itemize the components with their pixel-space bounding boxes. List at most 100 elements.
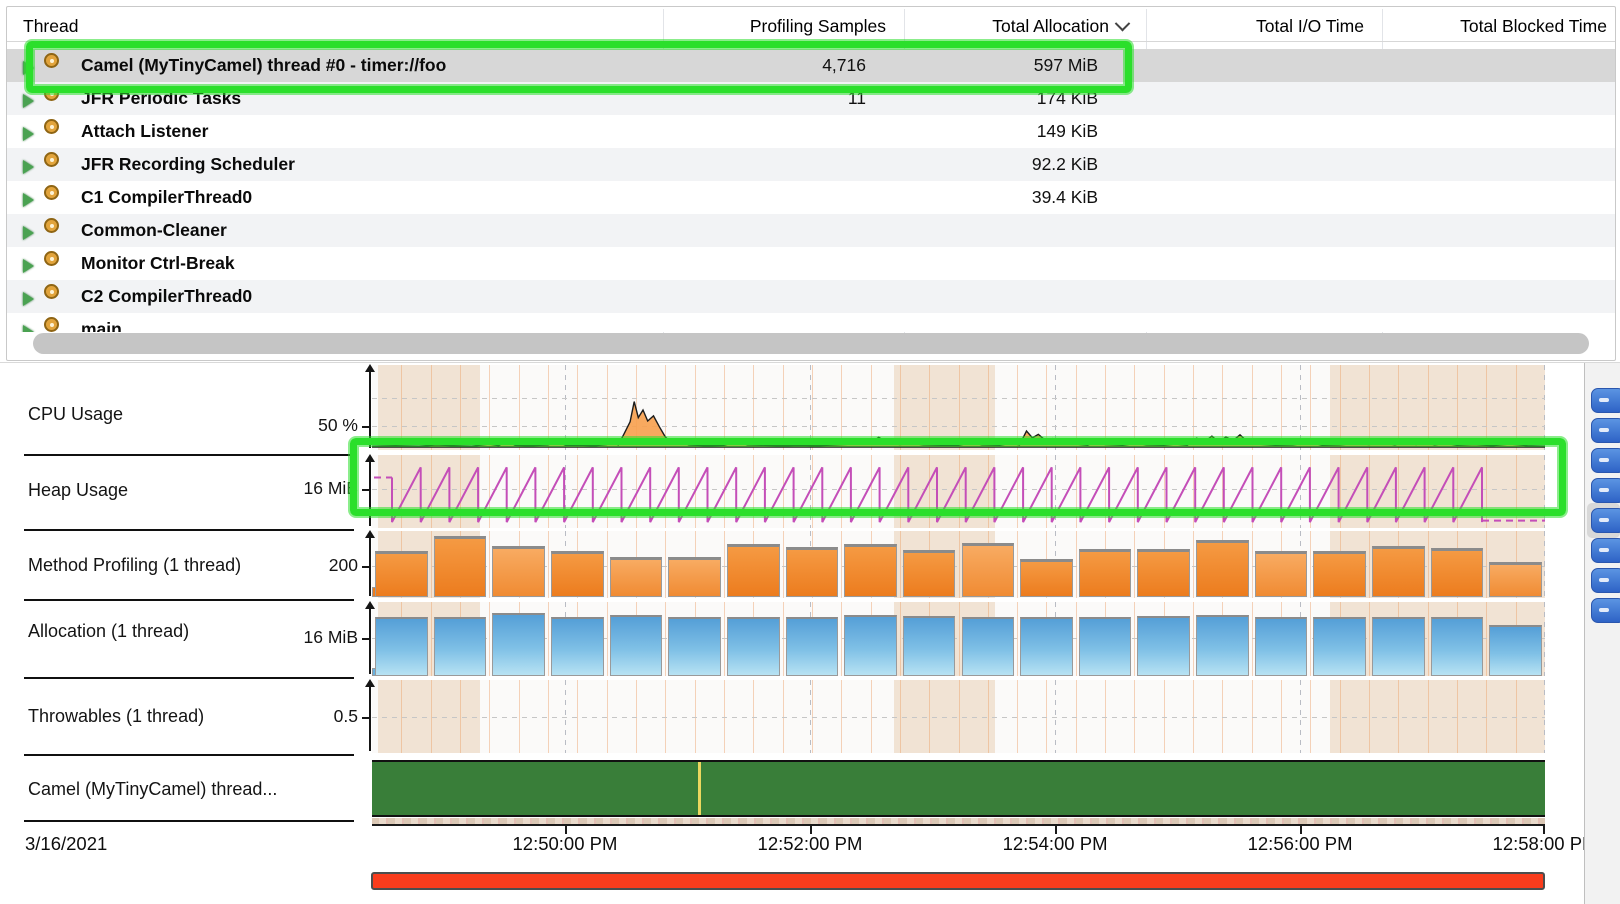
allocation-bar[interactable] xyxy=(786,617,839,676)
table-horizontal-scrollbar[interactable] xyxy=(33,333,1589,354)
method-bar[interactable] xyxy=(1196,540,1249,597)
method-bar[interactable] xyxy=(1137,549,1190,597)
thread-row-6[interactable]: Monitor Ctrl-Break xyxy=(7,247,1615,280)
allocation-bar[interactable] xyxy=(434,617,487,676)
tree-expand-icon[interactable] xyxy=(23,160,34,174)
method-bar[interactable] xyxy=(1372,546,1425,597)
gc-gridline xyxy=(841,531,842,598)
lane-axis-tick-alloc xyxy=(362,638,370,640)
method-bar[interactable] xyxy=(492,546,545,597)
plot-method[interactable] xyxy=(372,531,1545,598)
tick-gridline xyxy=(372,566,1545,567)
method-bar[interactable] xyxy=(1020,559,1073,597)
cell-io xyxy=(1146,181,1368,214)
gc-gridline xyxy=(724,602,725,676)
method-bar[interactable] xyxy=(1431,548,1484,597)
lane-control-button-0[interactable] xyxy=(1591,388,1620,413)
tree-expand-icon[interactable] xyxy=(23,127,34,141)
lane-divider-0 xyxy=(24,454,354,456)
gc-gridline xyxy=(783,531,784,598)
method-bar[interactable] xyxy=(727,544,780,597)
plot-throw[interactable] xyxy=(372,680,1545,753)
allocation-bar[interactable] xyxy=(1020,617,1073,676)
allocation-bar[interactable] xyxy=(1313,617,1366,676)
method-bar[interactable] xyxy=(434,536,487,597)
allocation-bar[interactable] xyxy=(610,615,663,676)
lane-label-alloc: Allocation (1 thread) xyxy=(28,621,189,642)
lane-control-button-4[interactable] xyxy=(1591,508,1620,533)
cell-blocked xyxy=(1382,181,1611,214)
lane-control-button-1[interactable] xyxy=(1591,418,1620,443)
cell-samples xyxy=(663,247,866,280)
allocation-bar[interactable] xyxy=(1079,617,1132,676)
method-bar[interactable] xyxy=(551,551,604,598)
allocation-bar[interactable] xyxy=(962,617,1015,676)
allocation-bar[interactable] xyxy=(1372,617,1425,676)
method-bar[interactable] xyxy=(1313,551,1366,598)
method-bar[interactable] xyxy=(1489,562,1542,597)
lane-control-button-6[interactable] xyxy=(1591,568,1620,593)
column-header-profiling-samples[interactable]: Profiling Samples xyxy=(657,11,886,41)
method-bar[interactable] xyxy=(786,547,839,597)
allocation-bar[interactable] xyxy=(375,617,428,676)
column-header-total-i-o-time[interactable]: Total I/O Time xyxy=(1140,11,1364,41)
allocation-bar[interactable] xyxy=(668,617,721,676)
lane-axis-cpu xyxy=(369,371,371,448)
method-bar[interactable] xyxy=(962,543,1015,597)
date-label: 3/16/2021 xyxy=(25,833,107,855)
lane-control-button-5[interactable] xyxy=(1591,538,1620,563)
thread-row-5[interactable]: Common-Cleaner xyxy=(7,214,1615,247)
thread-row-2[interactable]: Attach Listener149 KiB xyxy=(7,115,1615,148)
cell-blocked xyxy=(1382,313,1611,332)
column-header-thread[interactable]: Thread xyxy=(23,11,78,41)
allocation-bar[interactable] xyxy=(844,615,897,676)
thread-gear-icon xyxy=(44,152,59,167)
allocation-bar[interactable] xyxy=(727,617,780,676)
gc-gridline xyxy=(1076,602,1077,676)
tree-expand-icon[interactable] xyxy=(23,259,34,273)
lane-control-button-2[interactable] xyxy=(1591,448,1620,473)
thread-lifeline-bar[interactable] xyxy=(372,760,1545,817)
lane-control-button-3[interactable] xyxy=(1591,478,1620,503)
allocation-bar[interactable] xyxy=(1431,617,1484,676)
gc-gridline xyxy=(1017,602,1018,676)
thread-row-8[interactable]: main xyxy=(7,313,1615,332)
lane-control-button-7[interactable] xyxy=(1591,598,1620,623)
method-bar[interactable] xyxy=(1079,549,1132,597)
lane-label-method: Method Profiling (1 thread) xyxy=(28,555,241,576)
thread-row-4[interactable]: C1 CompilerThread039.4 KiB xyxy=(7,181,1615,214)
allocation-bar[interactable] xyxy=(1137,616,1190,676)
column-header-total-allocation[interactable]: Total Allocation xyxy=(898,11,1128,41)
thread-name: JFR Recording Scheduler xyxy=(81,148,295,181)
plot-alloc[interactable] xyxy=(372,602,1545,676)
tree-expand-icon[interactable] xyxy=(23,292,34,306)
thread-name: C1 CompilerThread0 xyxy=(81,181,252,214)
allocation-bar[interactable] xyxy=(1489,625,1542,676)
method-bar[interactable] xyxy=(375,551,428,598)
thread-row-7[interactable]: C2 CompilerThread0 xyxy=(7,280,1615,313)
method-bar[interactable] xyxy=(610,557,663,597)
tree-expand-icon[interactable] xyxy=(23,325,34,332)
method-bar[interactable] xyxy=(668,557,721,597)
allocation-bar[interactable] xyxy=(492,613,545,676)
cell-io xyxy=(1146,82,1368,115)
cell-samples xyxy=(663,313,866,332)
allocation-bar[interactable] xyxy=(551,617,604,676)
tree-expand-icon[interactable] xyxy=(23,94,34,108)
lane-axis-alloc xyxy=(369,608,371,674)
range-selector-bar[interactable] xyxy=(371,872,1545,890)
method-bar[interactable] xyxy=(844,544,897,597)
method-bar[interactable] xyxy=(903,550,956,597)
annotation-heap-lane xyxy=(350,438,1566,516)
lane-divider-4 xyxy=(24,754,354,756)
gc-gridline xyxy=(607,602,608,676)
allocation-bar[interactable] xyxy=(1255,617,1308,676)
thread-row-3[interactable]: JFR Recording Scheduler92.2 KiB xyxy=(7,148,1615,181)
lane-tick-value-cpu: 50 % xyxy=(248,415,358,436)
column-header-total-blocked-time[interactable]: Total Blocked Time xyxy=(1376,11,1607,41)
method-bar[interactable] xyxy=(1255,551,1308,598)
tree-expand-icon[interactable] xyxy=(23,193,34,207)
tree-expand-icon[interactable] xyxy=(23,226,34,240)
allocation-bar[interactable] xyxy=(1196,615,1249,676)
allocation-bar[interactable] xyxy=(903,616,956,676)
